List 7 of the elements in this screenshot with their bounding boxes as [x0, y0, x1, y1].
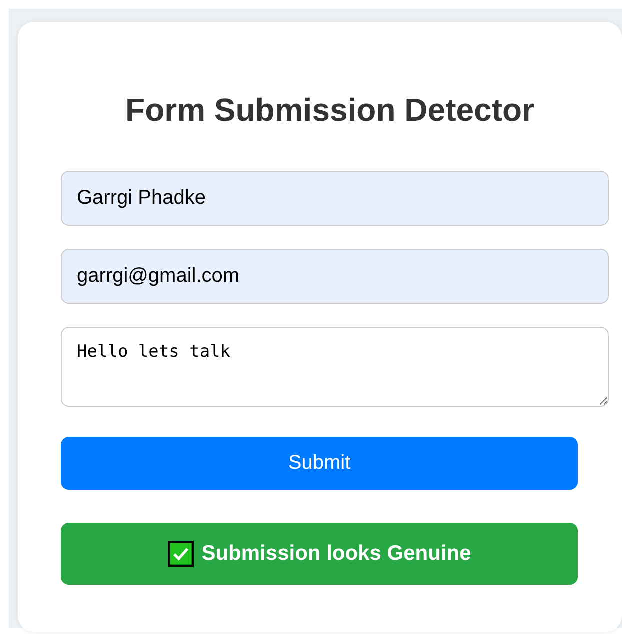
form-title: Form Submission Detector — [126, 92, 536, 129]
check-icon — [168, 541, 194, 567]
result-text: Submission looks Genuine — [202, 542, 472, 566]
input-field[interactable]: Garrgi Phadke — [61, 171, 609, 226]
input-field[interactable]: garrgi@gmail.com — [61, 249, 609, 304]
message-field[interactable]: Hello lets talk — [61, 327, 609, 407]
submit-button[interactable]: Submit — [61, 437, 578, 490]
